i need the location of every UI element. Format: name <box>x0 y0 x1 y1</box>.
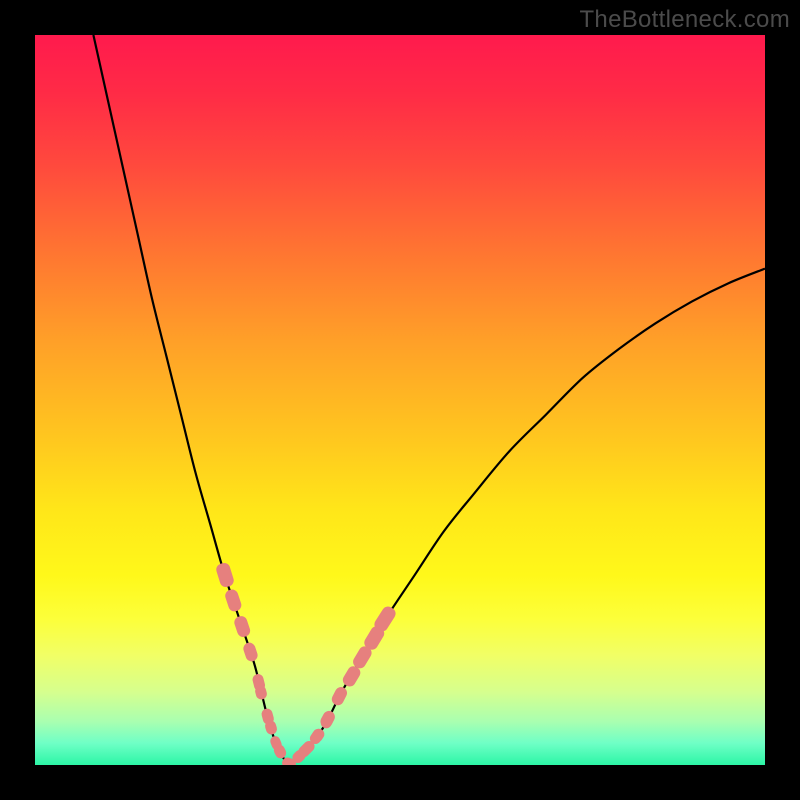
curve-svg <box>35 35 765 765</box>
outer-frame: TheBottleneck.com <box>0 0 800 800</box>
plot-area <box>35 35 765 765</box>
watermark-text: TheBottleneck.com <box>579 6 790 34</box>
bottleneck-curve <box>93 35 765 765</box>
